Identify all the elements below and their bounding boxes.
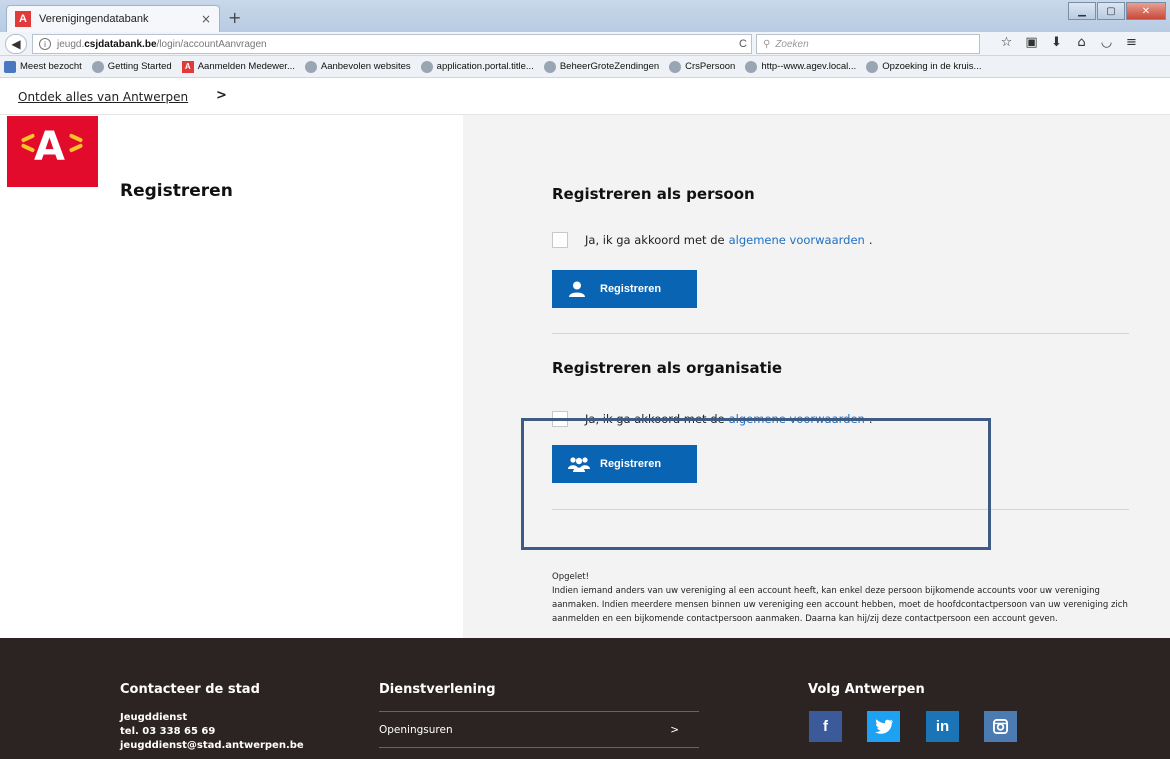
browser-tab[interactable]: A Verenigingendatabank × — [6, 5, 220, 32]
bookmark-item[interactable]: application.portal.title... — [420, 60, 534, 73]
back-arrow-icon[interactable]: ◀ — [5, 33, 27, 54]
section-divider — [552, 333, 1129, 334]
bookmarks-bar: Meest bezocht Getting Started A Aanmelden… — [0, 56, 1170, 78]
url-domain: csjdatabank.be — [84, 38, 157, 50]
globe-icon — [543, 60, 556, 73]
linkedin-icon[interactable]: in — [926, 711, 959, 742]
globe-icon — [745, 60, 758, 73]
follow-heading: Volg Antwerpen — [808, 682, 925, 697]
notice-title: Opgelet! — [552, 572, 590, 582]
organisation-heading: Registreren als organisatie — [552, 359, 783, 377]
globe-icon — [91, 60, 104, 73]
pocket-icon[interactable]: ◡ — [1094, 35, 1119, 50]
contact-heading: Contacteer de stad — [120, 682, 260, 697]
bookmark-item[interactable]: Opzoeking in de kruis... — [866, 60, 981, 73]
facebook-icon[interactable]: f — [809, 711, 842, 742]
search-icon: ⚲ — [763, 38, 771, 50]
minimize-icon[interactable]: ▁ — [1068, 2, 1096, 20]
toolbar-icons: ☆ ▣ ⬇ ⌂ ◡ ≡ — [994, 35, 1144, 50]
discover-antwerpen-link[interactable]: Ontdek alles van Antwerpen — [18, 90, 188, 104]
footer: Contacteer de stad Jeugddienst tel. 03 3… — [0, 638, 1170, 759]
logo-ray — [68, 143, 84, 153]
left-column: A Registreren — [0, 115, 463, 638]
close-tab-icon[interactable]: × — [201, 12, 211, 26]
camera-icon — [993, 719, 1008, 734]
register-person-label: Registreren — [600, 283, 662, 295]
page-content: Ontdek alles van Antwerpen > A Registrer… — [0, 78, 1170, 759]
terms-end: . — [868, 412, 873, 426]
search-input[interactable]: ⚲ Zoeken — [756, 34, 980, 54]
address-bar[interactable]: i jeugd. csjdatabank.be/login/accountAanv… — [32, 34, 752, 54]
globe-icon — [866, 60, 879, 73]
contact-name: Jeugddienst — [120, 712, 188, 723]
browser-window: A Verenigingendatabank × + ▁ ▢ ✕ ◀ i jeu… — [0, 0, 1170, 759]
bookmark-item[interactable]: CrsPersoon — [669, 60, 735, 73]
page-title: Registreren — [120, 181, 233, 201]
home-icon[interactable]: ⌂ — [1069, 35, 1094, 50]
register-person-button[interactable]: Registreren — [552, 270, 697, 308]
person-terms-row: Ja, ik ga akkoord met de algemene voorwa… — [552, 232, 872, 248]
terms-link[interactable]: algemene voorwaarden — [729, 412, 865, 426]
chevron-right-icon: > — [670, 723, 679, 736]
notice-text: Opgelet! Indien iemand anders van uw ver… — [552, 570, 1132, 626]
notice-body: Indien iemand anders van uw vereniging a… — [552, 586, 1128, 624]
contact-email[interactable]: jeugddienst@stad.antwerpen.be — [120, 740, 304, 751]
antwerpen-icon: A — [181, 60, 194, 73]
person-heading: Registreren als persoon — [552, 185, 755, 203]
twitter-icon[interactable] — [867, 711, 900, 742]
antwerpen-logo[interactable]: A — [7, 116, 98, 187]
organisation-terms-row: Ja, ik ga akkoord met de algemene voorwa… — [552, 411, 872, 427]
twitter-bird-icon — [874, 719, 893, 734]
bookmark-item[interactable]: Aanbevolen websites — [304, 60, 411, 73]
register-organisation-label: Registreren — [600, 458, 662, 470]
new-tab-icon[interactable]: + — [228, 8, 241, 27]
window-controls: ▁ ▢ ✕ — [1067, 2, 1166, 20]
bookmark-item[interactable]: BeheerGroteZendingen — [543, 60, 659, 73]
organisation-terms-checkbox[interactable] — [552, 411, 568, 427]
register-organisation-button[interactable]: Registreren — [552, 445, 697, 483]
bookmark-item[interactable]: Getting Started — [91, 60, 172, 73]
menu-icon[interactable]: ≡ — [1119, 35, 1144, 50]
person-terms-checkbox[interactable] — [552, 232, 568, 248]
info-icon[interactable]: i — [39, 38, 51, 50]
contact-tel[interactable]: tel. 03 338 65 69 — [120, 726, 215, 737]
search-placeholder: Zoeken — [775, 38, 809, 50]
logo-ray — [68, 133, 84, 143]
opening-hours-link[interactable]: Openingsuren > — [379, 711, 699, 748]
bookmark-item[interactable]: Meest bezocht — [4, 60, 82, 73]
globe-icon — [304, 60, 317, 73]
most-visited-icon — [4, 60, 16, 73]
section-divider — [552, 509, 1129, 510]
download-icon[interactable]: ⬇ — [1044, 35, 1069, 50]
service-heading: Dienstverlening — [379, 682, 496, 697]
bookmark-item[interactable]: http--www.agev.local... — [745, 60, 856, 73]
navigation-bar: ◀ i jeugd. csjdatabank.be/login/accountAa… — [0, 32, 1170, 56]
terms-end: . — [868, 233, 873, 247]
terms-label: Ja, ik ga akkoord met de — [585, 233, 725, 247]
user-icon — [569, 281, 585, 297]
url-prefix: jeugd. — [57, 38, 85, 50]
globe-icon — [669, 60, 682, 73]
logo-letter-icon: A — [34, 124, 65, 170]
reload-icon[interactable]: C — [739, 38, 747, 50]
top-navigation: Ontdek alles van Antwerpen > — [0, 78, 1170, 115]
terms-link[interactable]: algemene voorwaarden — [729, 233, 865, 247]
url-path: /login/accountAanvragen — [156, 38, 267, 50]
bookmark-star-icon[interactable]: ☆ — [994, 35, 1019, 50]
terms-label: Ja, ik ga akkoord met de — [585, 412, 725, 426]
registration-panel: Registreren als persoon Ja, ik ga akkoor… — [463, 115, 1170, 638]
antwerpen-favicon-icon: A — [15, 11, 31, 27]
bookmark-item[interactable]: A Aanmelden Medewer... — [181, 60, 295, 73]
group-icon — [568, 457, 590, 472]
globe-icon — [420, 60, 433, 73]
chevron-right-icon: > — [216, 88, 227, 103]
opening-hours-label: Openingsuren — [379, 723, 453, 736]
bookmarks-list-icon[interactable]: ▣ — [1019, 35, 1044, 50]
instagram-icon[interactable] — [984, 711, 1017, 742]
tab-title: Verenigingendatabank — [39, 13, 149, 25]
close-window-icon[interactable]: ✕ — [1126, 2, 1166, 20]
maximize-icon[interactable]: ▢ — [1097, 2, 1125, 20]
tab-bar: A Verenigingendatabank × + ▁ ▢ ✕ — [0, 0, 1170, 32]
